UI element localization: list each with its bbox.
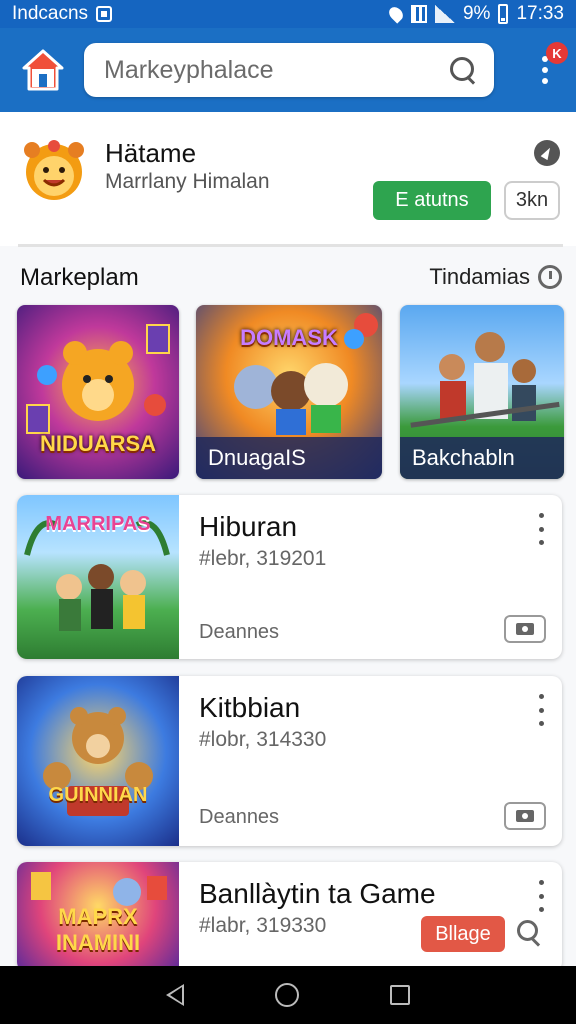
search-icon[interactable] [448, 55, 478, 85]
list-item[interactable]: MAPRX INAMINI Banllàytin ta Game #labr, … [17, 862, 562, 972]
list-item-footer: Deannes [199, 621, 280, 643]
menu-dot [538, 707, 544, 713]
list-item-thumbnail: GUINNIAN [17, 676, 179, 846]
signal-icon [434, 5, 455, 23]
list-item-title: Kitbbian [199, 692, 301, 723]
app-screen: Indcacns 9% 17:33 K [0, 0, 576, 1024]
profile-subtitle: Marrlany Himalan [105, 170, 270, 193]
primary-action-button[interactable]: E atutns [373, 181, 491, 220]
list-item-subtitle: #lebr, 319201 [199, 547, 327, 570]
list-item-footer: Deannes [199, 806, 280, 828]
list-item-subtitle: #labr, 319330 [199, 914, 327, 937]
menu-dot [538, 880, 544, 885]
camera-icon [516, 623, 534, 635]
notification-badge: K [546, 42, 568, 64]
list-item[interactable]: MARRIPAS Hiburan #lebr, 319201 Deannes [17, 495, 562, 659]
action-button[interactable]: Bllage [421, 916, 505, 952]
featured-tile-caption: Bakchabln [400, 437, 564, 479]
profile-name: Hätame [105, 138, 197, 168]
featured-tile[interactable]: NIDUARSA [17, 305, 179, 479]
navigate-icon[interactable] [534, 140, 560, 166]
carrier-label: Indcacns [12, 3, 89, 24]
list-item-thumbnail: MAPRX INAMINI [17, 862, 179, 972]
more-options-icon[interactable] [536, 880, 546, 912]
menu-dot [538, 907, 544, 912]
battery-icon [498, 4, 509, 24]
clock-time: 17:33 [516, 3, 564, 24]
featured-tile-art-title: NIDUARSA [39, 431, 157, 456]
menu-dot [538, 721, 544, 726]
camera-icon [516, 810, 534, 822]
search-bar[interactable] [84, 43, 494, 97]
featured-tile[interactable]: Bakchabln [400, 305, 564, 479]
grid-icon [410, 5, 427, 23]
list-item[interactable]: GUINNIAN Kitbbian #lobr, 314330 Deannes [17, 676, 562, 846]
menu-dot [538, 893, 544, 899]
section-right-label: Tindamias [429, 264, 530, 289]
profile-section: Hätame Marrlany Himalan E atutns 3kn [0, 112, 576, 246]
featured-tile-caption: DnuagaIS [196, 437, 382, 479]
home-circle-icon[interactable] [274, 983, 299, 1007]
divider [18, 244, 563, 247]
more-options-icon[interactable] [536, 513, 546, 545]
thumb-title-art: MAPRX INAMINI [55, 904, 141, 955]
location-icon [386, 4, 406, 24]
menu-dot [538, 540, 544, 545]
recents-icon[interactable] [390, 985, 411, 1005]
search-input[interactable] [104, 55, 448, 85]
overflow-dot [542, 67, 548, 73]
clock-icon [538, 265, 562, 289]
section-right-link[interactable]: Tindamias [429, 264, 562, 290]
back-icon[interactable] [165, 984, 184, 1006]
avatar[interactable] [20, 136, 88, 204]
secondary-action-button[interactable]: 3kn [504, 181, 560, 220]
app-bar: K [0, 28, 576, 112]
menu-dot [538, 694, 544, 699]
system-nav-bar [0, 966, 576, 1024]
menu-dot [538, 513, 544, 518]
overflow-dot [542, 78, 548, 84]
battery-percent: 9% [462, 3, 491, 24]
featured-tile-art-title: DOMASK [240, 325, 338, 350]
overflow-menu-button[interactable]: K [530, 40, 568, 100]
featured-tile[interactable]: DOMASK DnuagaIS [196, 305, 382, 479]
list-item-title: Hiburan [199, 511, 298, 542]
search-icon[interactable] [517, 920, 543, 946]
list-item-subtitle: #lobr, 314330 [199, 728, 327, 751]
section-title: Markeplam [20, 264, 139, 291]
status-bar: Indcacns 9% 17:33 [0, 0, 576, 28]
list-item-title: Banllàytin ta Game [199, 878, 436, 909]
status-right: 9% 17:33 [386, 3, 564, 25]
list-item-thumbnail: MARRIPAS [17, 495, 179, 659]
thumb-art [43, 707, 153, 816]
screenshot-button[interactable] [504, 802, 546, 830]
home-icon [22, 49, 64, 91]
more-options-icon[interactable] [536, 694, 546, 726]
thumb-title-art: MARRIPAS [45, 513, 151, 535]
screenshot-button[interactable] [504, 615, 546, 643]
sim-icon [96, 6, 113, 22]
thumb-title-art: GUINNIAN [48, 784, 148, 806]
home-button[interactable] [16, 43, 70, 97]
menu-dot [538, 526, 544, 532]
